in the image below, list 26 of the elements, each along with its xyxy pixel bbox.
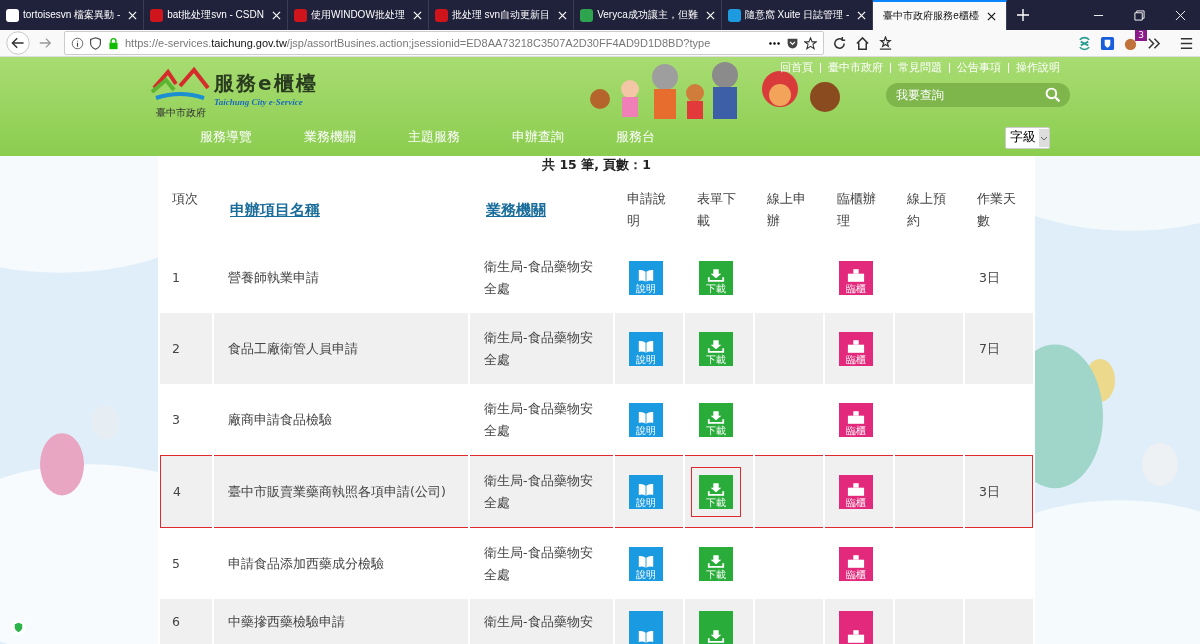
close-icon[interactable] (986, 11, 996, 21)
browser-tab[interactable]: 臺中市政府服務e櫃檯 (873, 0, 1007, 30)
overflow-chevron-icon[interactable] (1146, 35, 1161, 51)
back-icon[interactable] (6, 31, 30, 55)
notification-badge: 3 (1135, 29, 1147, 41)
url-text: https://e-services.taichung.gov.tw/jsp/assortBusines.action;jsessionid=ED8AA73218C3507A2D30FF4AD9D1D8BD?type (125, 37, 712, 49)
new-tab-icon[interactable] (1016, 9, 1029, 21)
shield-icon[interactable] (89, 36, 102, 50)
bitwarden-shield-icon[interactable] (1100, 35, 1115, 51)
star-icon[interactable] (804, 36, 817, 50)
site-favicon-icon (6, 8, 19, 22)
site-favicon-icon (580, 8, 594, 22)
site-favicon-icon (150, 8, 164, 22)
home-icon[interactable] (855, 35, 870, 51)
restore-icon[interactable] (1134, 9, 1145, 21)
site-favicon-icon (434, 8, 448, 22)
site-favicon-icon (293, 8, 307, 22)
pocket-icon[interactable] (786, 36, 799, 50)
address-bar[interactable]: https://e-services.taichung.gov.tw/jsp/assortBusines.action;jsessionid=ED8AA73218C3507A2D30FF4AD9D1D8BD?type (64, 31, 824, 55)
reload-icon[interactable] (832, 35, 847, 51)
lock-icon (107, 36, 120, 50)
bookmark-star-icon[interactable] (878, 35, 893, 51)
info-icon[interactable] (71, 36, 84, 50)
site-favicon-icon (727, 8, 741, 22)
menu-icon[interactable] (1179, 35, 1194, 51)
extension-icon[interactable] (1077, 35, 1092, 51)
